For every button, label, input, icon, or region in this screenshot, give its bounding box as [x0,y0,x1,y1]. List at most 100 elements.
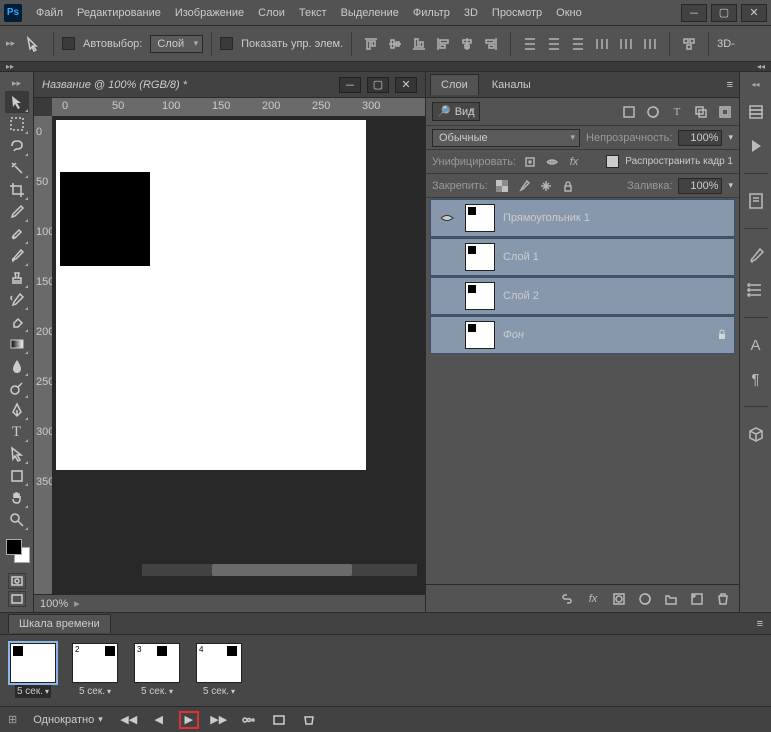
dock-expand-icon[interactable]: ◂◂ [751,80,759,89]
menu-view[interactable]: Просмотр [486,5,548,21]
lock-pixels-icon[interactable] [516,178,532,194]
menu-file[interactable]: Файл [30,5,69,21]
layer-name[interactable]: Слой 2 [503,290,728,302]
marquee-tool[interactable] [5,113,29,135]
menu-text[interactable]: Текст [293,5,333,21]
doc-close-button[interactable]: ✕ [395,77,417,93]
tools-expand-icon[interactable]: ▸▸ [12,76,21,91]
workspace-collapse-icon[interactable]: ◂◂ [757,62,765,71]
lock-all-icon[interactable] [560,178,576,194]
layer-row[interactable]: Слой 2 [430,277,735,315]
zoom-tool[interactable] [5,509,29,531]
status-menu-icon[interactable]: ▸ [74,597,80,610]
menu-select[interactable]: Выделение [335,5,405,21]
quickmask-button[interactable] [8,573,26,589]
align-top-icon[interactable] [360,33,382,55]
filter-type-dropdown[interactable]: 🔎 Вид [432,102,480,121]
canvas-viewport[interactable] [52,116,425,594]
fill-flyout-icon[interactable]: ▾ [728,180,733,191]
prev-frame-button[interactable]: ◀ [149,711,169,729]
zoom-readout[interactable]: 100% [40,598,68,610]
brushpreset-dock-icon[interactable] [745,279,767,301]
properties-dock-icon[interactable] [745,190,767,212]
timeline-frame[interactable]: 4 5 сек.▾ [194,643,244,698]
doc-minimize-button[interactable]: － [339,77,361,93]
type-tool[interactable]: T [5,421,29,443]
unify-style-icon[interactable]: fx [566,154,582,170]
move-tool[interactable] [5,91,29,113]
dist-6-icon[interactable] [639,33,661,55]
opacity-field[interactable]: 100% [678,130,722,146]
blend-mode-dropdown[interactable]: Обычные [432,129,580,147]
next-frame-button[interactable]: ▶▶ [209,711,229,729]
layer-name[interactable]: Фон [503,329,708,341]
timeline-frame[interactable]: 1 5 сек.▾ [8,643,58,698]
play-button[interactable]: ▶ [179,711,199,729]
paragraph-dock-icon[interactable]: ¶ [745,368,767,390]
actions-dock-icon[interactable] [745,135,767,157]
autoselect-dropdown[interactable]: Слой [150,35,203,53]
align-hcenter-icon[interactable] [456,33,478,55]
hand-tool[interactable] [5,487,29,509]
timeline-menu-icon[interactable]: ≡ [757,618,763,630]
dist-2-icon[interactable] [543,33,565,55]
menu-window[interactable]: Окно [550,5,588,21]
unify-position-icon[interactable] [522,154,538,170]
gradient-tool[interactable] [5,333,29,355]
screenmode-button[interactable] [8,591,26,607]
character-dock-icon[interactable]: A [745,334,767,356]
new-frame-button[interactable] [269,711,289,729]
path-select-tool[interactable] [5,443,29,465]
timeline-frame[interactable]: 2 5 сек.▾ [70,643,120,698]
layer-row[interactable]: Фон [430,316,735,354]
timeline-frame[interactable]: 3 5 сек.▾ [132,643,182,698]
showcontrols-checkbox[interactable] [220,37,233,50]
align-bottom-icon[interactable] [408,33,430,55]
pen-tool[interactable] [5,399,29,421]
layer-row[interactable]: Слой 1 [430,238,735,276]
shape-tool[interactable] [5,465,29,487]
scrollbar-thumb[interactable] [212,564,352,576]
maximize-button[interactable]: ▢ [711,4,737,22]
stamp-tool[interactable] [5,267,29,289]
frame-duration[interactable]: 5 сек.▾ [139,685,175,698]
adjustment-icon[interactable] [637,591,653,607]
layer-thumbnail[interactable] [465,243,495,271]
dist-1-icon[interactable] [519,33,541,55]
fill-field[interactable]: 100% [678,178,722,194]
tab-channels[interactable]: Каналы [481,74,542,95]
auto-align-icon[interactable] [678,33,700,55]
layer-thumbnail[interactable] [465,282,495,310]
canvas-shape[interactable] [60,172,150,266]
panel-menu-icon[interactable]: ≡ [721,79,739,91]
crop-tool[interactable] [5,179,29,201]
history-dock-icon[interactable] [745,101,767,123]
horizontal-ruler[interactable]: 0 50 100 150 200 250 300 [52,98,425,116]
horizontal-scrollbar[interactable] [142,564,417,576]
dodge-tool[interactable] [5,377,29,399]
delete-frame-button[interactable] [299,711,319,729]
layer-row[interactable]: Прямоугольник 1 [430,199,735,237]
group-icon[interactable] [663,591,679,607]
menu-filter[interactable]: Фильтр [407,5,456,21]
align-right-icon[interactable] [480,33,502,55]
heal-tool[interactable] [5,223,29,245]
brush-tool[interactable] [5,245,29,267]
3d-dock-icon[interactable] [745,423,767,445]
autoselect-checkbox[interactable] [62,37,75,50]
menu-3d[interactable]: 3D [458,5,484,21]
dist-3-icon[interactable] [567,33,589,55]
propagate-checkbox[interactable] [606,155,619,168]
workspace-expand-icon[interactable]: ▸▸ [6,62,14,71]
foreground-swatch[interactable] [6,539,22,555]
close-button[interactable]: ✕ [741,4,767,22]
expand-options-icon[interactable]: ▸▸ [6,38,15,49]
layer-name[interactable]: Прямоугольник 1 [503,212,728,224]
fx-icon[interactable]: fx [585,591,601,607]
wand-tool[interactable] [5,157,29,179]
opacity-flyout-icon[interactable]: ▾ [728,132,733,143]
menu-edit[interactable]: Редактирование [71,5,167,21]
menu-image[interactable]: Изображение [169,5,250,21]
link-layers-icon[interactable] [559,591,575,607]
eyedropper-tool[interactable] [5,201,29,223]
